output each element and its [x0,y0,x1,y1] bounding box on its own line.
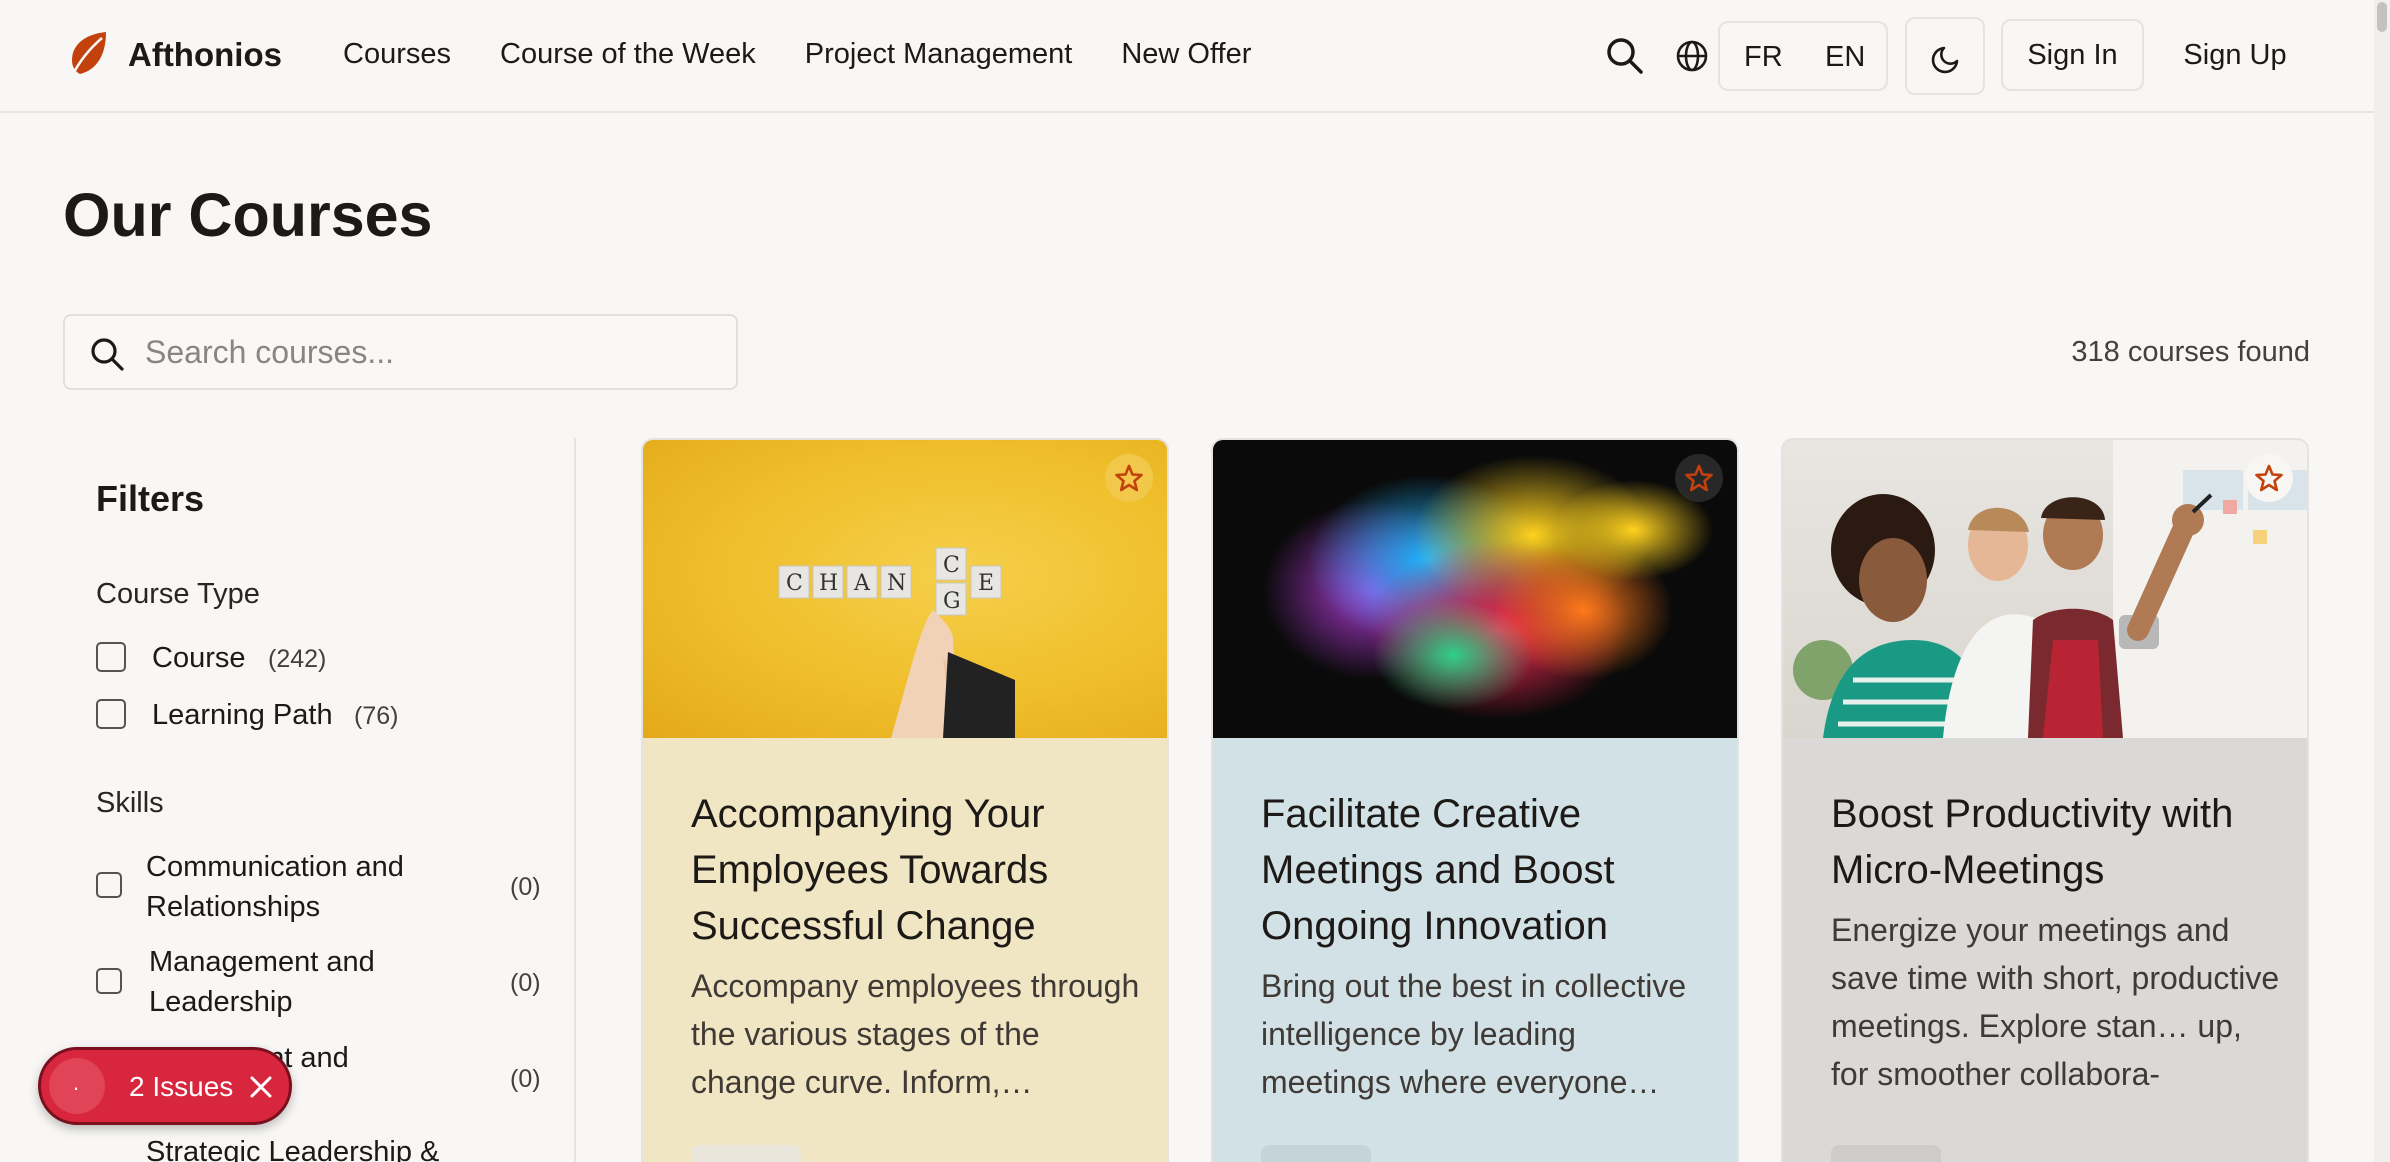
duration-chip [1261,1145,1371,1162]
filters-heading: Filters [96,478,205,519]
sidebar-divider [574,438,576,1162]
filter-count-learning-path: (76) [354,702,399,730]
page-title: Our Courses [63,181,433,249]
main-nav: Courses Course of the Week Project Manag… [343,38,1300,71]
card-body: Facilitate Creative Meetings and Boost O… [1213,738,1737,1162]
course-description: Energize your meetings and save time wit… [1831,912,2280,1092]
skills-heading: Skills [96,787,164,819]
sign-up-button[interactable]: Sign Up [2160,19,2310,91]
results-count: 318 courses found [2071,336,2310,368]
page-scrollbar[interactable] [2374,0,2390,1162]
star-icon [1685,464,1713,492]
course-search-box [63,314,738,390]
search-icon [91,338,124,371]
course-image [1213,440,1737,738]
filter-label-strategic-leadership[interactable]: Strategic Leadership & [146,1132,446,1162]
filter-label-learning-path[interactable]: Learning Path [152,699,333,732]
course-type-heading: Course Type [96,578,260,610]
block-letter-h: H [819,571,838,596]
leaf-logo-icon[interactable] [66,30,110,78]
course-title[interactable]: Accompanying Your Employees Towards Succ… [691,786,1141,954]
course-card[interactable]: Boost Productivity with Micro-Meetings E… [1781,438,2309,1162]
nav-courses[interactable]: Courses [343,38,451,71]
block-letter-n: N [887,571,906,596]
filter-count-communication: (0) [510,873,541,901]
star-icon [2255,464,2283,492]
lang-en-button[interactable]: EN [1825,41,1865,74]
filter-count-skill-3: (0) [510,1065,541,1093]
globe-icon[interactable] [1674,38,1710,74]
card-body: Boost Productivity with Micro-Meetings E… [1783,738,2307,1162]
course-image: C H A N C G E [643,440,1167,738]
top-navigation-bar: Afthonios Courses Course of the Week Pro… [0,0,2374,113]
issues-indicator: . [49,1058,105,1114]
checkbox-learning-path[interactable] [96,699,126,729]
filter-label-course[interactable]: Course [152,642,246,675]
card-body: Accompanying Your Employees Towards Succ… [643,738,1167,1162]
issues-badge[interactable]: . 2 Issues [38,1047,292,1125]
course-title[interactable]: Facilitate Creative Meetings and Boost O… [1261,786,1711,954]
block-letter-g: G [943,589,961,614]
duration-chip [1831,1145,1941,1162]
duration-chip [691,1145,801,1162]
block-letter-a: A [853,571,871,596]
search-icon[interactable] [1605,36,1645,76]
block-letter-c: C [786,571,803,596]
nav-project-management[interactable]: Project Management [805,38,1073,71]
filter-count-management: (0) [510,969,541,997]
checkbox-communication[interactable] [96,872,122,898]
language-switcher: FR EN [1718,21,1888,91]
filter-label-management[interactable]: Management and Leadership [149,942,449,1022]
course-description: Accompany employees through the various … [691,968,1140,1100]
star-icon [1115,464,1143,492]
brand-name[interactable]: Afthonios [128,36,282,74]
course-image [1783,440,2307,738]
close-icon[interactable] [244,1070,278,1104]
checkbox-course[interactable] [96,642,126,672]
team-whiteboard-illustration [1793,440,2307,738]
course-description: Bring out the best in collec­tive intell… [1261,968,1687,1100]
block-letter-c2: C [943,553,960,578]
sign-in-button[interactable]: Sign In [2001,19,2144,91]
moon-icon [1931,46,1959,74]
favorite-button[interactable] [2245,454,2293,502]
filter-count-course: (242) [268,645,327,673]
favorite-button[interactable] [1675,454,1723,502]
color-powder-explosion-illustration [1263,455,1713,720]
filter-label-communication[interactable]: Communication and Relationships [146,847,446,927]
course-card[interactable]: Facilitate Creative Meetings and Boost O… [1211,438,1739,1162]
search-input[interactable] [145,328,705,376]
block-letter-e: E [978,571,994,596]
scrollbar-thumb[interactable] [2377,2,2387,32]
favorite-button[interactable] [1105,454,1153,502]
checkbox-management[interactable] [96,968,122,994]
nav-new-offer[interactable]: New Offer [1121,38,1251,71]
theme-toggle-button[interactable] [1905,17,1985,95]
filter-label-skill-3[interactable]: ent and [252,1038,552,1078]
course-card[interactable]: C H A N C G E Accompanying Your Employee… [641,438,1169,1162]
nav-course-of-the-week[interactable]: Course of the Week [500,38,756,71]
course-title[interactable]: Boost Productivity with Micro-Meetings [1831,786,2281,898]
change-blocks-illustration: C H A N C G E [778,547,1015,738]
issues-label: 2 Issues [129,1071,234,1102]
lang-fr-button[interactable]: FR [1744,41,1783,74]
